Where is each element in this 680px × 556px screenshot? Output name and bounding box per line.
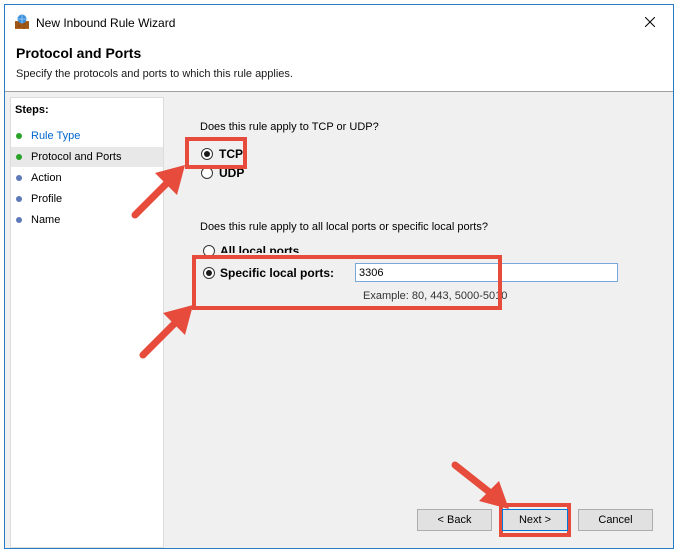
ports-highlight-box [192,255,502,310]
step-rule-type[interactable]: Rule Type [11,126,163,146]
step-label: Protocol and Ports [31,151,122,163]
step-label: Action [31,172,62,184]
wizard-header: Protocol and Ports Specify the protocols… [5,38,673,92]
arrow-to-tcp-icon [131,165,185,219]
step-pending-icon [16,175,22,181]
protocol-question: Does this rule apply to TCP or UDP? [200,121,379,133]
step-label: Rule Type [31,130,81,142]
arrow-to-next-icon [451,461,509,509]
firewall-icon [14,14,30,30]
page-title: Protocol and Ports [16,45,142,61]
step-complete-icon [16,133,22,139]
cancel-button[interactable]: Cancel [578,509,653,531]
step-pending-icon [16,196,22,202]
title-bar: New Inbound Rule Wizard [5,5,673,38]
arrow-to-ports-icon [139,305,193,359]
all-ports-label[interactable]: All local ports [220,244,299,253]
close-icon[interactable] [627,5,673,38]
step-current-icon [16,154,22,160]
wizard-window: New Inbound Rule Wizard Protocol and Por… [4,4,674,549]
back-button[interactable]: < Back [417,509,492,531]
ports-question: Does this rule apply to all local ports … [200,221,488,233]
next-button[interactable]: Next > [502,509,568,531]
page-subtitle: Specify the protocols and ports to which… [16,68,293,80]
step-pending-icon [16,217,22,223]
window-title: New Inbound Rule Wizard [36,16,176,30]
step-label: Name [31,214,61,226]
step-label: Profile [31,193,63,205]
steps-label: Steps: [15,104,49,116]
